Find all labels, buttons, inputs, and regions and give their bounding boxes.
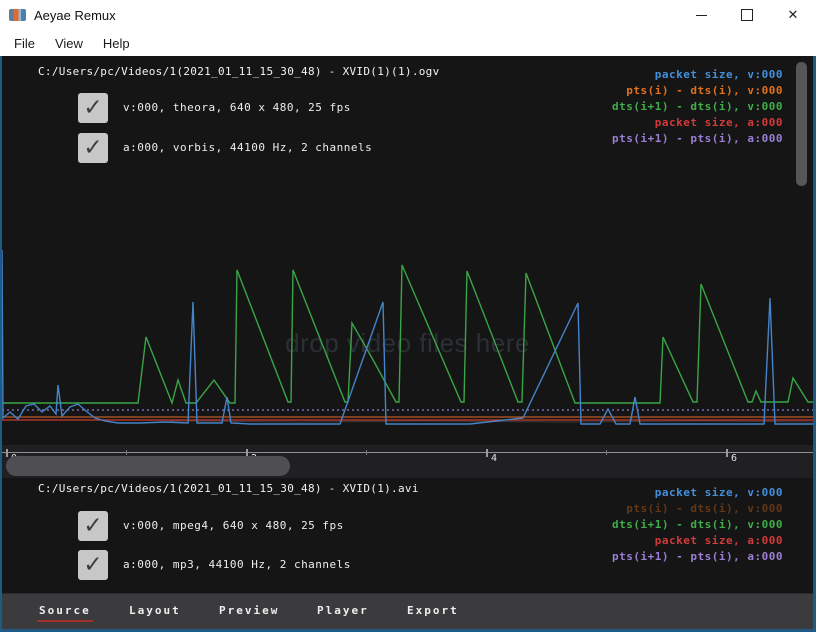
legend-pts-dts-v[interactable]: pts(i) - dts(i), v:000 <box>626 84 783 97</box>
ruler-tick-minor <box>606 450 607 455</box>
legend-packet-size-v[interactable]: packet size, v:000 <box>655 486 783 499</box>
menubar: File View Help <box>0 30 816 56</box>
ruler-tick-major <box>726 449 728 457</box>
audio-track-label-2: a:000, mp3, 44100 Hz, 2 channels <box>123 558 351 571</box>
source-file-path-1: C:/Users/pc/Videos/1(2021_01_11_15_30_48… <box>38 65 440 78</box>
checkmark-icon: ✓ <box>83 93 102 123</box>
legend-pts-pts-a[interactable]: pts(i+1) - pts(i), a:000 <box>612 132 783 145</box>
menu-help[interactable]: Help <box>93 33 140 54</box>
close-button[interactable]: ✕ <box>770 0 816 30</box>
legend-packet-size-a[interactable]: packet size, a:000 <box>655 116 783 129</box>
packet-timing-chart[interactable] <box>2 156 813 448</box>
tab-source[interactable]: Source <box>39 604 91 617</box>
maximize-button[interactable] <box>724 0 770 30</box>
tab-preview[interactable]: Preview <box>219 604 279 617</box>
ruler-line <box>2 452 813 453</box>
audio-track-checkbox-2[interactable]: ✓ <box>78 550 108 580</box>
ruler-tick-label: 4 <box>491 453 497 464</box>
source-file-path-2: C:/Users/pc/Videos/1(2021_01_11_15_30_48… <box>38 482 419 495</box>
video-track-label-2: v:000, mpeg4, 640 x 480, 25 fps <box>123 519 344 532</box>
ruler-tick-major <box>486 449 488 457</box>
minimize-button[interactable] <box>678 0 724 30</box>
legend-packet-size-a[interactable]: packet size, a:000 <box>655 534 783 547</box>
video-track-label-1: v:000, theora, 640 x 480, 25 fps <box>123 101 351 114</box>
tab-export[interactable]: Export <box>407 604 459 617</box>
app-window: Aeyae Remux ✕ File View Help C:/Users/pc… <box>0 0 816 632</box>
tabbar: Source Layout Preview Player Export <box>2 593 813 629</box>
ruler-tick-major <box>6 449 8 457</box>
horizontal-scrollbar-thumb[interactable] <box>6 456 290 476</box>
ruler-tick-minor <box>126 450 127 455</box>
audio-track-label-1: a:000, vorbis, 44100 Hz, 2 channels <box>123 141 372 154</box>
timeline-ruler[interactable]: 0246 <box>2 445 813 478</box>
tab-player[interactable]: Player <box>317 604 369 617</box>
video-track-checkbox-1[interactable]: ✓ <box>78 93 108 123</box>
ruler-tick-minor <box>366 450 367 455</box>
legend-packet-size-v[interactable]: packet size, v:000 <box>655 68 783 81</box>
legend-dts-dts-v[interactable]: dts(i+1) - dts(i), v:000 <box>612 100 783 113</box>
menu-file[interactable]: File <box>4 33 45 54</box>
tab-layout[interactable]: Layout <box>129 604 181 617</box>
legend-pts-pts-a[interactable]: pts(i+1) - pts(i), a:000 <box>612 550 783 563</box>
menu-view[interactable]: View <box>45 33 93 54</box>
titlebar: Aeyae Remux ✕ <box>0 0 816 30</box>
content-area[interactable]: C:/Users/pc/Videos/1(2021_01_11_15_30_48… <box>2 56 813 593</box>
legend-dts-dts-v[interactable]: dts(i+1) - dts(i), v:000 <box>612 518 783 531</box>
close-icon: ✕ <box>788 0 799 30</box>
window-controls: ✕ <box>678 0 816 30</box>
window-body: C:/Users/pc/Videos/1(2021_01_11_15_30_48… <box>0 56 816 632</box>
checkmark-icon: ✓ <box>83 511 102 541</box>
checkmark-icon: ✓ <box>83 550 102 580</box>
ruler-tick-label: 6 <box>731 453 737 464</box>
minimize-icon <box>696 15 707 16</box>
app-icon <box>9 9 26 21</box>
window-title: Aeyae Remux <box>34 8 116 23</box>
video-track-checkbox-2[interactable]: ✓ <box>78 511 108 541</box>
maximize-icon <box>741 9 753 21</box>
legend-pts-dts-v[interactable]: pts(i) - dts(i), v:000 <box>626 502 783 515</box>
